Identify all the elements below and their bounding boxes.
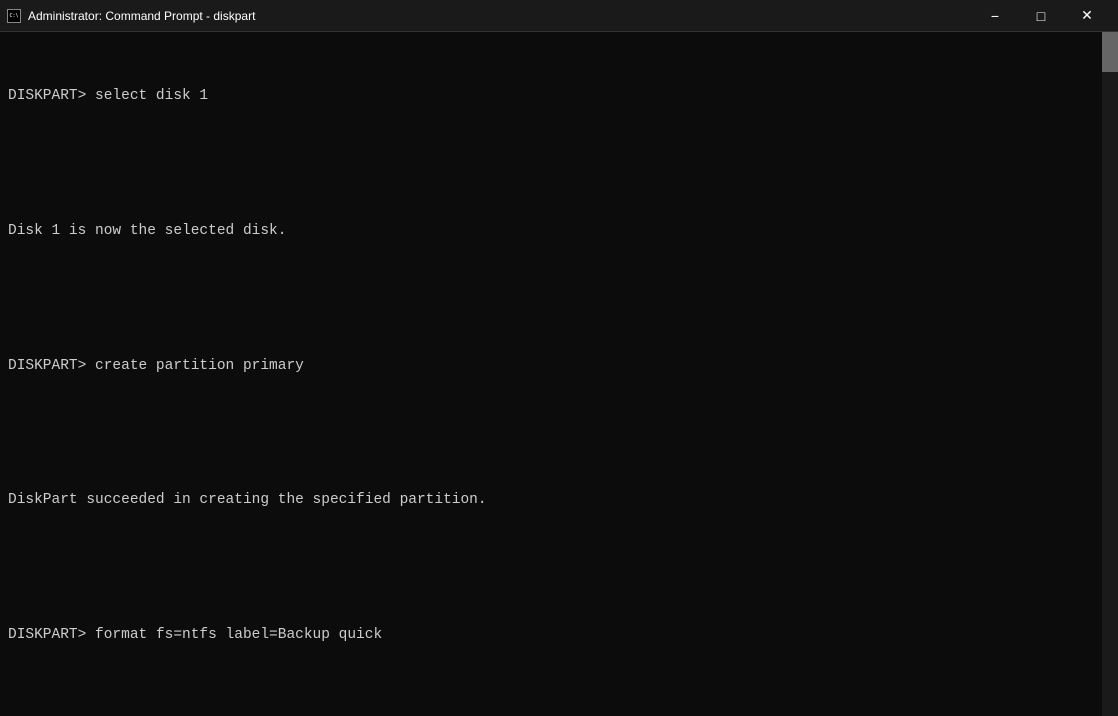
- cmd-icon: [6, 8, 22, 24]
- window: Administrator: Command Prompt - diskpart…: [0, 0, 1118, 716]
- console-line-10: [8, 692, 1114, 714]
- title-bar: Administrator: Command Prompt - diskpart…: [0, 0, 1118, 32]
- console-line-3: Disk 1 is now the selected disk.: [8, 220, 1114, 242]
- console-body: DISKPART> select disk 1 Disk 1 is now th…: [0, 32, 1118, 716]
- console-line-1: DISKPART> select disk 1: [8, 85, 1114, 107]
- console-line-6: [8, 422, 1114, 444]
- console-line-4: [8, 287, 1114, 309]
- console-line-8: [8, 557, 1114, 579]
- title-bar-controls: − □ ✕: [972, 0, 1110, 32]
- scrollbar-thumb[interactable]: [1102, 32, 1118, 72]
- minimize-button[interactable]: −: [972, 0, 1018, 32]
- console-output: DISKPART> select disk 1 Disk 1 is now th…: [8, 40, 1114, 716]
- title-bar-left: Administrator: Command Prompt - diskpart: [6, 8, 255, 24]
- console-line-7: DiskPart succeeded in creating the speci…: [8, 489, 1114, 511]
- console-line-2: [8, 152, 1114, 174]
- console-line-5: DISKPART> create partition primary: [8, 355, 1114, 377]
- close-button[interactable]: ✕: [1064, 0, 1110, 32]
- maximize-button[interactable]: □: [1018, 0, 1064, 32]
- console-line-9: DISKPART> format fs=ntfs label=Backup qu…: [8, 624, 1114, 646]
- scrollbar[interactable]: [1102, 32, 1118, 716]
- window-title: Administrator: Command Prompt - diskpart: [28, 9, 255, 23]
